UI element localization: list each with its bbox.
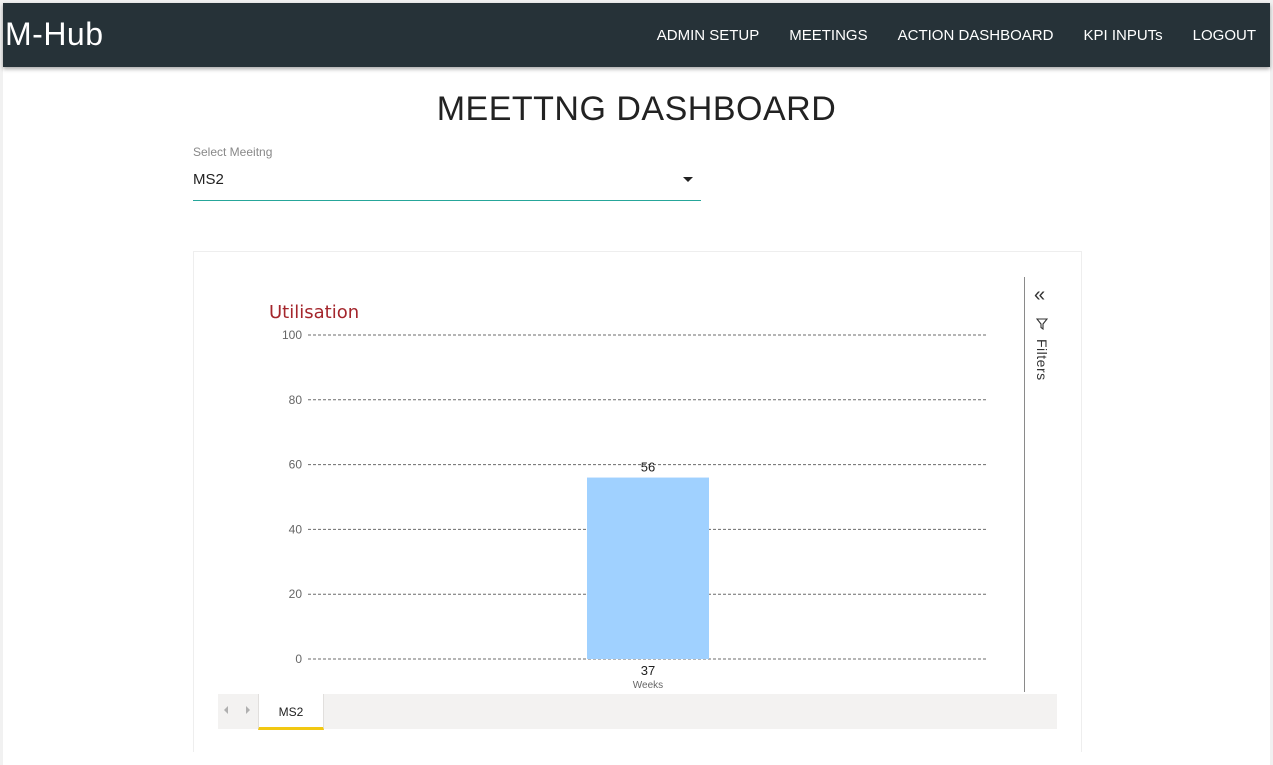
- bar-data-label: 56: [641, 460, 655, 475]
- y-tick-label: 0: [295, 652, 302, 666]
- page-tab-ms2[interactable]: MS2: [258, 694, 324, 730]
- collapse-chevrons-icon[interactable]: «: [1034, 285, 1045, 305]
- nav-admin-setup[interactable]: ADMIN SETUP: [657, 27, 760, 44]
- y-tick-label: 100: [282, 328, 302, 342]
- brand-logo[interactable]: M-Hub: [5, 16, 104, 53]
- page-tab-bar: MS2: [218, 694, 1057, 730]
- nav-meetings[interactable]: MEETINGS: [789, 27, 867, 44]
- y-tick-label: 20: [289, 587, 303, 601]
- tab-prev-arrow-icon[interactable]: [224, 706, 228, 714]
- filters-pane[interactable]: « Filters: [1024, 277, 1065, 692]
- nav-links: ADMIN SETUP MEETINGS ACTION DASHBOARD KP…: [627, 3, 1256, 67]
- bar: [587, 477, 709, 659]
- x-tick-label: 37: [641, 663, 655, 678]
- filters-label: Filters: [1034, 339, 1050, 381]
- tab-next-arrow-icon[interactable]: [246, 706, 250, 714]
- page-title: MEETTNG DASHBOARD: [436, 90, 837, 128]
- top-navbar: M-Hub ADMIN SETUP MEETINGS ACTION DASHBO…: [3, 3, 1270, 67]
- nav-action-dashboard[interactable]: ACTION DASHBOARD: [898, 27, 1054, 44]
- x-axis-label: Weeks: [633, 680, 663, 691]
- y-tick-label: 60: [289, 458, 303, 472]
- meeting-select[interactable]: MS2: [193, 166, 701, 201]
- meeting-select-label: Select Meeitng: [193, 145, 273, 159]
- nav-logout[interactable]: LOGOUT: [1193, 27, 1256, 44]
- meeting-select-value: MS2: [193, 171, 224, 188]
- chart-title: Utilisation: [269, 302, 359, 323]
- filter-funnel-icon[interactable]: [1035, 317, 1049, 335]
- utilisation-chart: Utilisation 0 20 40 60 80 100 56 37 Weeks: [269, 302, 988, 691]
- nav-kpi-inputs[interactable]: KPI INPUTs: [1083, 27, 1162, 44]
- caret-down-icon[interactable]: [683, 177, 693, 182]
- report-embed: Utilisation 0 20 40 60 80 100 56 37 Weeks « Filte…: [193, 251, 1082, 752]
- y-tick-label: 40: [289, 522, 303, 536]
- y-tick-label: 80: [289, 393, 303, 407]
